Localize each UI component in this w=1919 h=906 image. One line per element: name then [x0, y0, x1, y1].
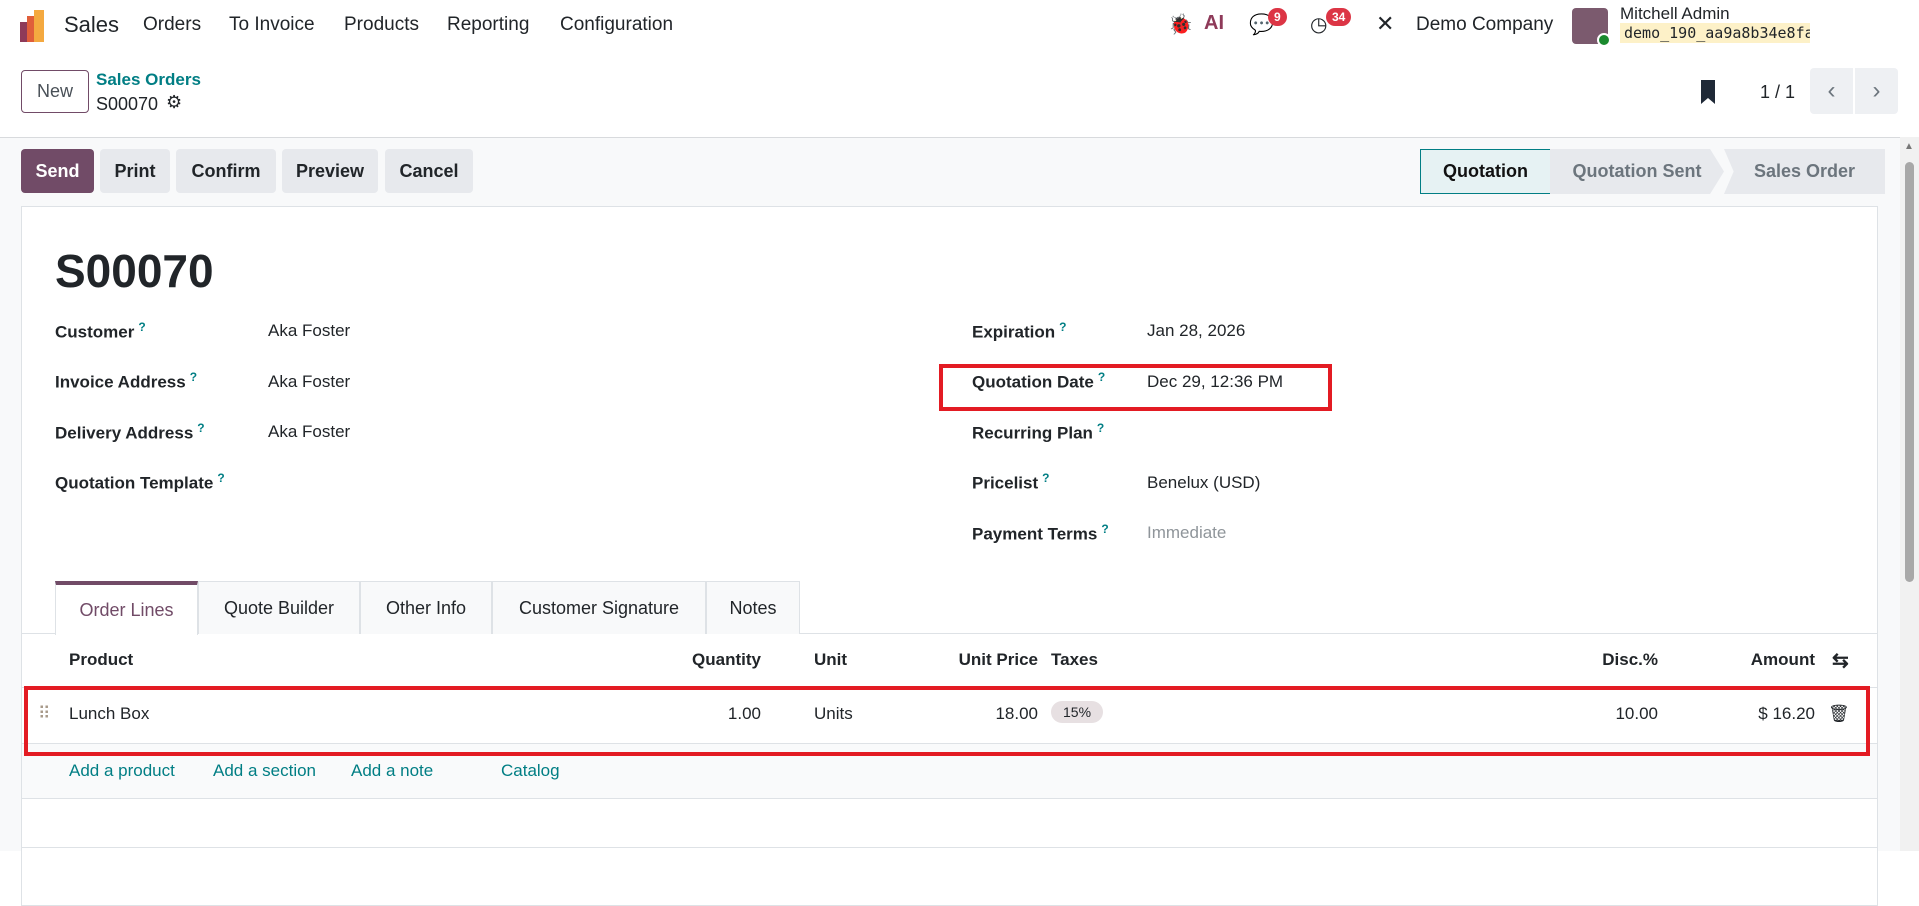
confirm-button[interactable]: Confirm [176, 149, 276, 193]
tab-order-lines[interactable]: Order Lines [55, 581, 198, 635]
sales-app-icon[interactable] [20, 10, 50, 42]
col-taxes[interactable]: Taxes [1051, 650, 1098, 670]
status-quotation[interactable]: Quotation [1420, 149, 1550, 194]
add-section-link[interactable]: Add a section [213, 761, 316, 781]
quotation-template-label: Quotation Template? [55, 471, 225, 493]
tab-other-info[interactable]: Other Info [360, 581, 492, 634]
tab-notes[interactable]: Notes [706, 581, 800, 634]
expiration-label: Expiration? [972, 320, 1067, 342]
table-footer-divider [22, 798, 1877, 799]
send-button[interactable]: Send [21, 149, 94, 193]
menu-reporting[interactable]: Reporting [447, 14, 529, 36]
highlight-order-line [24, 686, 1870, 756]
cancel-button[interactable]: Cancel [385, 149, 473, 193]
tab-customer-signature[interactable]: Customer Signature [492, 581, 706, 634]
pager-previous-button[interactable]: ‹ [1810, 68, 1853, 114]
breadcrumb-current: S00070 [96, 94, 159, 114]
user-name[interactable]: Mitchell Admin [1620, 4, 1730, 24]
col-unit-price[interactable]: Unit Price [959, 650, 1038, 670]
scroll-up-arrow-icon[interactable]: ▲ [1904, 141, 1914, 152]
new-button[interactable]: New [21, 70, 89, 113]
app-name[interactable]: Sales [64, 12, 119, 38]
customer-field[interactable]: Aka Foster [268, 321, 350, 341]
delivery-address-field[interactable]: Aka Foster [268, 422, 350, 442]
add-note-link[interactable]: Add a note [351, 761, 433, 781]
status-quotation-sent[interactable]: Quotation Sent [1550, 149, 1724, 194]
menu-to-invoice[interactable]: To Invoice [229, 14, 315, 36]
preview-button[interactable]: Preview [282, 149, 378, 193]
catalog-link[interactable]: Catalog [501, 761, 560, 781]
activity-clock-icon[interactable]: ◷ [1310, 12, 1327, 37]
pager-value[interactable]: 1 / 1 [1760, 82, 1795, 103]
col-unit[interactable]: Unit [814, 650, 847, 670]
section-divider [22, 847, 1877, 848]
payment-terms-field[interactable]: Immediate [1147, 523, 1226, 543]
messages-badge: 9 [1268, 8, 1287, 26]
top-navbar: Sales Orders To Invoice Products Reporti… [0, 0, 1919, 52]
pricelist-label: Pricelist? [972, 471, 1050, 493]
company-switcher[interactable]: Demo Company [1416, 14, 1553, 36]
menu-products[interactable]: Products [344, 14, 419, 36]
customer-label: Customer? [55, 320, 146, 342]
add-product-link[interactable]: Add a product [69, 761, 175, 781]
activities-badge: 34 [1326, 8, 1352, 26]
col-quantity[interactable]: Quantity [692, 650, 761, 670]
recurring-plan-label: Recurring Plan? [972, 421, 1105, 443]
avatar[interactable] [1572, 8, 1611, 47]
tab-quote-builder[interactable]: Quote Builder [198, 581, 360, 634]
breadcrumb-sales-orders[interactable]: Sales Orders [96, 70, 201, 90]
pager-next-button[interactable]: › [1855, 68, 1898, 114]
tools-icon[interactable]: ✕ [1376, 11, 1394, 37]
invoice-address-field[interactable]: Aka Foster [268, 372, 350, 392]
highlight-quotation-date [939, 364, 1332, 411]
order-title: S00070 [55, 245, 214, 297]
scrollbar-thumb[interactable] [1905, 162, 1914, 582]
gear-icon[interactable]: ⚙ [166, 92, 182, 113]
bookmark-icon[interactable] [1701, 80, 1715, 104]
online-status-dot [1597, 33, 1611, 47]
expiration-field[interactable]: Jan 28, 2026 [1147, 321, 1245, 341]
col-product[interactable]: Product [69, 650, 133, 670]
menu-orders[interactable]: Orders [143, 14, 201, 36]
ai-icon[interactable]: AI [1204, 12, 1224, 35]
pricelist-field[interactable]: Benelux (USD) [1147, 473, 1260, 493]
payment-terms-label: Payment Terms? [972, 522, 1109, 544]
column-settings-icon[interactable]: ⇆ [1832, 648, 1849, 673]
col-amount[interactable]: Amount [1751, 650, 1815, 670]
scrollbar[interactable]: ▲ [1900, 137, 1919, 851]
delivery-address-label: Delivery Address? [55, 421, 205, 443]
form-sheet [21, 206, 1878, 906]
status-sales-order[interactable]: Sales Order [1724, 149, 1885, 194]
debug-bug-icon[interactable]: 🐞 [1168, 12, 1193, 37]
menu-configuration[interactable]: Configuration [560, 14, 673, 36]
print-button[interactable]: Print [100, 149, 170, 193]
invoice-address-label: Invoice Address? [55, 370, 198, 392]
database-name: demo_190_aa9a8b34e8fa_1766... [1620, 23, 1810, 43]
col-discount[interactable]: Disc.% [1602, 650, 1658, 670]
